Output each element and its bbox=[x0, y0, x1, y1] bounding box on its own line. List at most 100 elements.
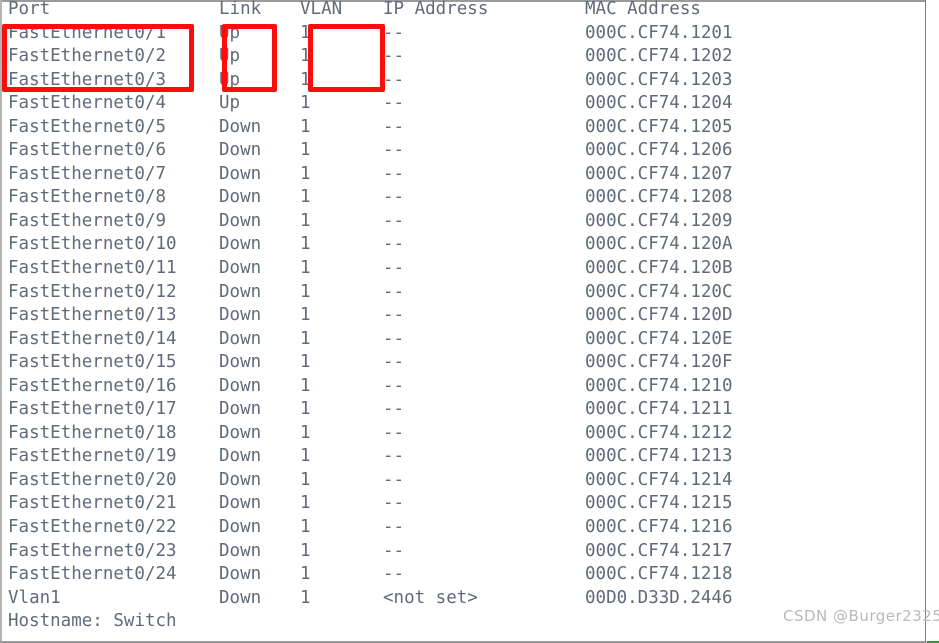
cell-ip: -- bbox=[383, 234, 405, 255]
cell-vlan: 1 bbox=[300, 328, 311, 349]
cell-mac: 000C.CF74.120F bbox=[585, 352, 733, 373]
cell-port: FastEthernet0/7 bbox=[8, 163, 167, 184]
cell-mac: 00D0.D33D.2446 bbox=[585, 587, 733, 608]
cell-vlan: 1 bbox=[300, 116, 311, 137]
cell-mac: 000C.CF74.1205 bbox=[585, 116, 733, 137]
cell-link: Down bbox=[219, 116, 262, 137]
cell-mac: 000C.CF74.1210 bbox=[585, 375, 733, 396]
foreground-window-pane bbox=[926, 0, 939, 641]
cell-port: FastEthernet0/21 bbox=[8, 493, 177, 514]
cell-port: FastEthernet0/1 bbox=[8, 22, 167, 43]
cell-link: Down bbox=[219, 493, 262, 514]
table-row: FastEthernet0/2 Up 1 -- 000C.CF74.1202 bbox=[8, 45, 908, 69]
cell-ip: -- bbox=[383, 187, 405, 208]
cell-mac: 000C.CF74.1218 bbox=[585, 564, 733, 585]
cell-port: FastEthernet0/8 bbox=[8, 187, 167, 208]
cell-port: FastEthernet0/22 bbox=[8, 517, 177, 538]
cell-vlan: 1 bbox=[300, 305, 311, 326]
cell-link: Up bbox=[219, 46, 241, 67]
cell-port: FastEthernet0/3 bbox=[8, 69, 167, 90]
table-row: FastEthernet0/24 Down 1 -- 000C.CF74.1218 bbox=[8, 563, 908, 587]
cell-mac: 000C.CF74.1201 bbox=[585, 22, 733, 43]
table-row: FastEthernet0/11 Down 1 -- 000C.CF74.120B bbox=[8, 257, 908, 281]
table-row: FastEthernet0/5 Down 1 -- 000C.CF74.1205 bbox=[8, 116, 908, 140]
cell-link: Down bbox=[219, 234, 262, 255]
cell-ip: -- bbox=[383, 93, 405, 114]
cell-mac: 000C.CF74.120A bbox=[585, 234, 733, 255]
cell-link: Up bbox=[219, 22, 241, 43]
cell-mac: 000C.CF74.1207 bbox=[585, 163, 733, 184]
cell-ip: -- bbox=[383, 422, 405, 443]
cell-port: FastEthernet0/10 bbox=[8, 234, 177, 255]
cell-link: Down bbox=[219, 305, 262, 326]
cell-link: Down bbox=[219, 210, 262, 231]
cell-mac: 000C.CF74.120E bbox=[585, 328, 733, 349]
cell-link: Down bbox=[219, 540, 262, 561]
table-row: FastEthernet0/19 Down 1 -- 000C.CF74.1213 bbox=[8, 445, 908, 469]
cell-port: FastEthernet0/18 bbox=[8, 422, 177, 443]
cell-vlan: 1 bbox=[300, 281, 311, 302]
cell-port: FastEthernet0/11 bbox=[8, 258, 177, 279]
cell-mac: 000C.CF74.1213 bbox=[585, 446, 733, 467]
cell-mac: 000C.CF74.1209 bbox=[585, 210, 733, 231]
header-cell-vlan: VLAN bbox=[300, 0, 343, 19]
table-row: FastEthernet0/1 Up 1 -- 000C.CF74.1201 bbox=[8, 22, 908, 46]
cell-link: Up bbox=[219, 93, 241, 114]
cell-vlan: 1 bbox=[300, 46, 311, 67]
cell-port: FastEthernet0/19 bbox=[8, 446, 177, 467]
cell-ip: -- bbox=[383, 22, 405, 43]
table-row: FastEthernet0/17 Down 1 -- 000C.CF74.1211 bbox=[8, 398, 908, 422]
terminal-output: Port Link VLAN IP Address MAC Address FastEth… bbox=[8, 0, 908, 643]
hostname-line: Hostname: Switch bbox=[8, 611, 177, 632]
cell-link: Up bbox=[219, 69, 241, 90]
cell-port: FastEthernet0/14 bbox=[8, 328, 177, 349]
cell-mac: 000C.CF74.1215 bbox=[585, 493, 733, 514]
cell-mac: 000C.CF74.120D bbox=[585, 305, 733, 326]
cell-mac: 000C.CF74.1204 bbox=[585, 93, 733, 114]
header-cell-port: Port bbox=[8, 0, 51, 19]
adjacent-window-sliver[interactable] bbox=[925, 0, 939, 643]
cell-vlan: 1 bbox=[300, 540, 311, 561]
cell-mac: 000C.CF74.1216 bbox=[585, 517, 733, 538]
cell-link: Down bbox=[219, 140, 262, 161]
table-row: FastEthernet0/7 Down 1 -- 000C.CF74.1207 bbox=[8, 163, 908, 187]
cell-ip: -- bbox=[383, 446, 405, 467]
cell-ip: -- bbox=[383, 140, 405, 161]
cell-ip: -- bbox=[383, 163, 405, 184]
cell-link: Down bbox=[219, 281, 262, 302]
cell-ip: <not set> bbox=[383, 587, 478, 608]
cell-ip: -- bbox=[383, 69, 405, 90]
cell-vlan: 1 bbox=[300, 22, 311, 43]
cell-vlan: 1 bbox=[300, 210, 311, 231]
cell-ip: -- bbox=[383, 375, 405, 396]
cell-vlan: 1 bbox=[300, 446, 311, 467]
cell-vlan: 1 bbox=[300, 69, 311, 90]
cell-port: FastEthernet0/16 bbox=[8, 375, 177, 396]
cell-vlan: 1 bbox=[300, 517, 311, 538]
cell-vlan: 1 bbox=[300, 140, 311, 161]
cell-vlan: 1 bbox=[300, 187, 311, 208]
cell-vlan: 1 bbox=[300, 493, 311, 514]
cell-mac: 000C.CF74.1211 bbox=[585, 399, 733, 420]
cell-link: Down bbox=[219, 517, 262, 538]
cell-mac: 000C.CF74.1206 bbox=[585, 140, 733, 161]
cell-port: FastEthernet0/9 bbox=[8, 210, 167, 231]
cell-mac: 000C.CF74.1202 bbox=[585, 46, 733, 67]
cell-port: FastEthernet0/4 bbox=[8, 93, 167, 114]
cell-port: FastEthernet0/5 bbox=[8, 116, 167, 137]
cell-port: FastEthernet0/6 bbox=[8, 140, 167, 161]
cell-port: FastEthernet0/15 bbox=[8, 352, 177, 373]
cell-vlan: 1 bbox=[300, 469, 311, 490]
table-row: FastEthernet0/12 Down 1 -- 000C.CF74.120C bbox=[8, 281, 908, 305]
cell-vlan: 1 bbox=[300, 422, 311, 443]
cell-ip: -- bbox=[383, 564, 405, 585]
cell-link: Down bbox=[219, 328, 262, 349]
cell-ip: -- bbox=[383, 210, 405, 231]
cell-vlan: 1 bbox=[300, 399, 311, 420]
cell-mac: 000C.CF74.1208 bbox=[585, 187, 733, 208]
cell-link: Down bbox=[219, 187, 262, 208]
cell-mac: 000C.CF74.1214 bbox=[585, 469, 733, 490]
cell-link: Down bbox=[219, 446, 262, 467]
cell-ip: -- bbox=[383, 352, 405, 373]
